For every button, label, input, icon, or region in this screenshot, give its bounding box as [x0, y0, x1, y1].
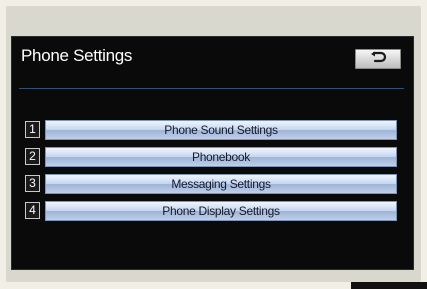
phone-display-settings-button[interactable]: Phone Display Settings [45, 201, 397, 221]
menu-row-messaging-settings: 3 Messaging Settings [25, 174, 397, 194]
phone-sound-settings-button[interactable]: Phone Sound Settings [45, 120, 397, 140]
menu-row-phonebook: 2 Phonebook [25, 147, 397, 167]
back-button[interactable] [355, 49, 401, 69]
page-title: Phone Settings [21, 46, 133, 65]
bottom-corner-mark [351, 282, 427, 289]
settings-menu: 1 Phone Sound Settings 2 Phonebook 3 Mes… [25, 120, 397, 228]
menu-number-4: 4 [25, 202, 40, 219]
title-divider [19, 88, 404, 89]
menu-number-1: 1 [25, 121, 40, 138]
phone-settings-screen: Phone Settings 1 Phone Sound Settings 2 … [11, 36, 414, 270]
messaging-settings-button[interactable]: Messaging Settings [45, 174, 397, 194]
menu-row-phone-display-settings: 4 Phone Display Settings [25, 201, 397, 221]
menu-number-2: 2 [25, 148, 40, 165]
return-arrow-icon [369, 50, 387, 68]
phonebook-button[interactable]: Phonebook [45, 147, 397, 167]
menu-number-3: 3 [25, 175, 40, 192]
menu-row-phone-sound-settings: 1 Phone Sound Settings [25, 120, 397, 140]
